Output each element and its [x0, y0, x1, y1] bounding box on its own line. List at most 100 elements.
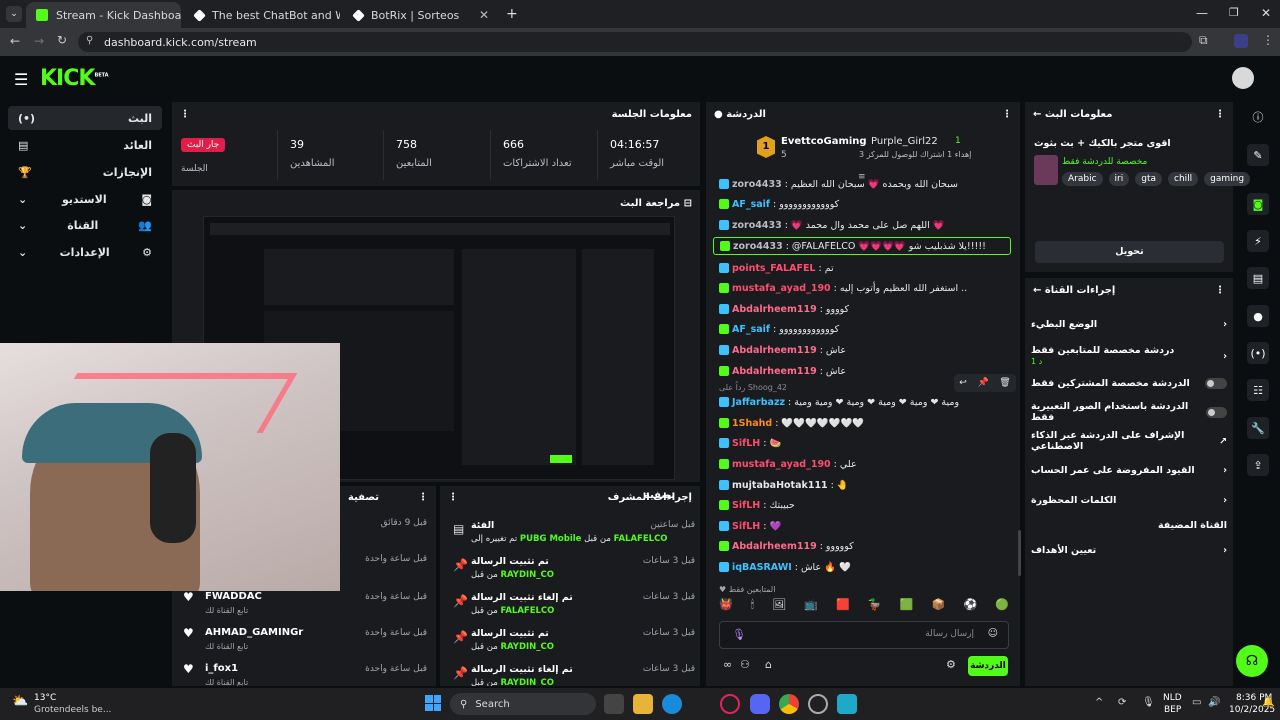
follower-name[interactable]: FWADDAC — [205, 591, 262, 602]
filter-label[interactable]: تصفية — [644, 490, 675, 501]
follower-name[interactable]: i_fox1 — [205, 663, 238, 674]
chat-message[interactable]: Abdalrheem119: كوووو — [719, 300, 1015, 318]
app-icon[interactable] — [837, 694, 857, 714]
emote-only-toggle[interactable] — [1206, 406, 1227, 418]
tag-chip[interactable]: gta — [1135, 172, 1163, 186]
tab-botrix[interactable]: BotRix | Sorteos ✕ — [344, 2, 499, 28]
network-icon[interactable]: ▭ — [1192, 697, 1201, 708]
back-icon[interactable]: ← — [10, 34, 20, 48]
minimize-icon[interactable]: — — [1196, 6, 1208, 20]
slow-mode-row[interactable]: الوضع البطيء › — [1031, 312, 1227, 336]
kebab-menu-icon[interactable]: ⋮ — [1215, 285, 1225, 296]
filter-label[interactable]: تصفية — [348, 492, 379, 503]
tab-chatbot[interactable]: The best ChatBot and Widgets ✕ — [185, 2, 340, 28]
kebab-menu-icon[interactable]: ⋮ — [1215, 109, 1225, 120]
chat-message[interactable]: zoro4433: سبحان الله وبحمده 💗 سبحان الله … — [719, 175, 1015, 193]
mod-user[interactable]: FALAFELCO — [501, 606, 555, 616]
chat-username[interactable]: AF_saif — [732, 324, 770, 335]
url-field[interactable]: ⚲ dashboard.kick.com/stream — [78, 32, 1192, 52]
chat-username[interactable]: zoro4433 — [733, 241, 783, 252]
tab-kick-dashboard[interactable]: Stream - Kick Dashboard ✕ — [26, 2, 181, 28]
emote-icon[interactable]: 🟢 — [995, 598, 1009, 616]
notification-bell-icon[interactable]: 🔔 — [1262, 697, 1274, 708]
chat-username[interactable]: mujtabaHotak111 — [732, 480, 828, 491]
chat-username[interactable]: Abdalrheem119 — [732, 304, 817, 315]
chat-username[interactable]: points_FALAFEL — [732, 263, 815, 274]
avatar[interactable] — [1232, 67, 1254, 89]
mod-user[interactable]: RAYDIN_CO — [501, 570, 555, 580]
chat-username[interactable]: Abdalrheem119 — [732, 366, 817, 377]
chat-message[interactable]: iqBASRAWI: عاش 🔥 🤍 — [719, 558, 1015, 576]
tag-chip[interactable]: chill — [1168, 172, 1199, 186]
chat-message[interactable]: AF_saif: كوووووووووووو — [719, 195, 1015, 213]
chat-message[interactable]: SifLH: حبيبتك — [719, 496, 1015, 514]
share-icon[interactable]: ⇪ — [1247, 454, 1269, 476]
chat-username[interactable]: Abdalrheem119 — [732, 541, 817, 552]
chat-username[interactable]: SifLH — [732, 438, 760, 449]
kebab-menu-icon[interactable]: ⋮ — [418, 492, 428, 503]
pin-icon[interactable]: 📌 — [977, 378, 988, 388]
sidebar-item-revenue[interactable]: ▤ العائد — [8, 133, 162, 157]
chat-username[interactable]: iqBASRAWI — [732, 562, 792, 573]
document-icon[interactable]: ▤ — [1247, 267, 1269, 289]
chat-message[interactable]: mustafa_ayad_190: استغفر الله العظيم وأتو… — [719, 279, 1015, 297]
store-icon[interactable]: ⌂ — [765, 658, 772, 671]
followers-only-row[interactable]: دردشة مخصصة للمتابعين فقط 1 د › — [1031, 342, 1227, 370]
chat-message[interactable]: Jaffarbazz: ومية ❤ ومية ❤ ومية ❤ ومية ❤ و… — [719, 393, 1015, 411]
back-icon[interactable]: ← — [1033, 285, 1041, 296]
set-goals-row[interactable]: تعيين الأهداف › — [1031, 538, 1227, 562]
layout-icon[interactable]: ☷ — [1247, 379, 1269, 401]
emote-icon[interactable]: 👹 — [719, 598, 733, 616]
lang-layout[interactable]: BEP — [1164, 705, 1181, 715]
banned-words-row[interactable]: الكلمات المحظورة › — [1031, 488, 1227, 512]
chat-message[interactable]: mustafa_ayad_190: علي — [719, 455, 1015, 473]
sidebar-item-studio[interactable]: ⌄ الاستديو ◙ — [8, 187, 162, 211]
leader-second-name[interactable]: Purple_Girl22 — [871, 136, 938, 147]
chat-message[interactable]: points_FALAFEL: تم — [719, 259, 1015, 277]
chat-username[interactable]: Jaffarbazz — [732, 397, 785, 408]
chat-message[interactable]: Abdalrheem119: عاش — [719, 341, 1015, 359]
hamburger-menu-icon[interactable]: ☰ — [14, 70, 28, 89]
obs-icon[interactable] — [808, 694, 828, 714]
sync-icon[interactable]: ⟳ — [1118, 697, 1126, 708]
chat-settings-icon[interactable]: ⚙ — [946, 658, 956, 671]
chat-username[interactable]: mustafa_ayad_190 — [732, 283, 831, 294]
emote-icon[interactable]: 🖼 — [772, 598, 786, 616]
leader-first-name[interactable]: EvettcoGaming — [781, 136, 867, 147]
kebab-menu-icon[interactable]: ⋮ — [1002, 109, 1012, 120]
emote-icon[interactable]: 📺 — [804, 598, 818, 616]
sidebar-item-stream[interactable]: (•) البث — [8, 106, 162, 130]
edit-stream-button[interactable]: تحويل — [1035, 241, 1224, 263]
chat-username[interactable]: SifLH — [732, 521, 760, 532]
mod-user[interactable]: RAYDIN_CO — [501, 678, 555, 686]
extensions-icon[interactable]: ⧉ — [1199, 33, 1208, 48]
new-tab-icon[interactable]: + — [506, 6, 518, 22]
discord-icon[interactable] — [750, 694, 770, 714]
close-icon[interactable]: ✕ — [479, 8, 489, 22]
kebab-menu-icon[interactable]: ⋮ — [180, 109, 190, 120]
chat-message[interactable]: zoro4433: 💗 اللهم صل على محمد وال محمد 💗 — [719, 216, 1015, 234]
chat-input[interactable]: 🎙 إرسال رسالة ☺ — [719, 621, 1009, 649]
collapse-icon[interactable]: ⊟ — [684, 198, 692, 209]
kebab-menu-icon[interactable]: ⋮ — [448, 492, 458, 503]
mod-user[interactable]: RAYDIN_CO — [501, 642, 555, 652]
ai-moderation-row[interactable]: الإشراف على الدردشة عبر الذكاء الاصطناعي… — [1031, 429, 1227, 453]
chat-username[interactable]: zoro4433 — [732, 220, 782, 231]
task-view-icon[interactable] — [604, 694, 624, 714]
chat-username[interactable]: SifLH — [732, 500, 760, 511]
reload-icon[interactable]: ↻ — [57, 33, 67, 47]
stream-category[interactable]: مخصصة للدردشة فقط — [1062, 157, 1147, 167]
restore-icon[interactable]: ❐ — [1229, 6, 1239, 19]
tag-chip[interactable]: Arabic — [1062, 172, 1103, 186]
kick-emote-icon[interactable]: 🎙 — [732, 628, 746, 641]
edge-icon[interactable] — [662, 694, 682, 714]
info-icon[interactable]: ⓘ — [1247, 106, 1269, 128]
chat-message[interactable]: AF_saif: كوووووووووووو — [719, 320, 1015, 338]
chat-message[interactable]: Abdalrheem119: كووووو — [719, 537, 1015, 555]
close-window-icon[interactable]: ✕ — [1261, 6, 1271, 20]
chat-username[interactable]: 1Shahd — [732, 418, 772, 429]
chat-message[interactable]: mujtabaHotak111: 🤚 — [719, 476, 1015, 494]
sidebar-item-channel[interactable]: ⌄ القناة 👥 — [8, 213, 162, 237]
chat-message[interactable]: zoro4433: @FALAFELCO 💗💗💗💗 يلا شذبليب شو!!… — [713, 237, 1011, 255]
users-icon[interactable]: ⚇ — [740, 658, 750, 671]
